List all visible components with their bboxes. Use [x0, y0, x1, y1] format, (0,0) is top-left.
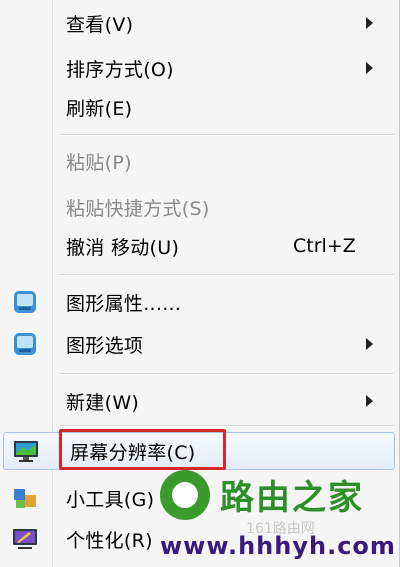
menu-item-label: 排序方式(O)	[66, 58, 174, 81]
menu-item-view[interactable]: 查看(V)	[0, 3, 396, 43]
menu-item-label: 撤消 移动(U)	[66, 236, 180, 259]
menu-item-graphics-options[interactable]: 图形选项	[0, 324, 396, 364]
monitor-icon	[14, 441, 38, 462]
menu-separator	[60, 425, 394, 427]
menu-item-graphics-properties[interactable]: 图形属性......	[0, 282, 396, 322]
menu-item-sort-by[interactable]: 排序方式(O)	[0, 48, 396, 88]
menu-item-label: 粘贴(P)	[66, 151, 132, 174]
submenu-arrow-icon	[366, 395, 373, 407]
gadgets-icon	[14, 489, 36, 508]
submenu-arrow-icon	[366, 17, 373, 29]
watermark-title: 路由之家	[220, 478, 364, 518]
menu-item-refresh[interactable]: 刷新(E)	[0, 87, 396, 127]
graphics-properties-icon	[14, 291, 36, 313]
menu-separator	[60, 373, 394, 375]
personalize-icon	[13, 529, 37, 549]
menu-separator	[60, 134, 394, 136]
menu-item-label: 刷新(E)	[66, 97, 133, 120]
menu-separator	[60, 274, 394, 276]
menu-item-label: 图形属性......	[66, 292, 182, 315]
menu-item-label: 查看(V)	[66, 13, 134, 36]
menu-item-label: 小工具(G)	[66, 488, 155, 511]
submenu-arrow-icon	[366, 338, 373, 350]
shortcut-text: Ctrl+Z	[293, 235, 356, 257]
menu-item-undo-move[interactable]: 撤消 移动(U) Ctrl+Z	[0, 226, 396, 266]
menu-item-label: 图形选项	[66, 334, 144, 357]
menu-item-paste: 粘贴(P)	[0, 141, 396, 181]
menu-item-label: 粘贴快捷方式(S)	[66, 197, 210, 220]
menu-item-new[interactable]: 新建(W)	[0, 381, 396, 421]
menu-item-paste-shortcut: 粘贴快捷方式(S)	[0, 187, 396, 227]
watermark: 路由之家 161路由网 www.hhhyh.com	[150, 462, 400, 567]
watermark-url: www.hhhyh.com	[160, 532, 396, 560]
submenu-arrow-icon	[366, 62, 373, 74]
graphics-options-icon	[14, 333, 36, 355]
menu-item-label: 个性化(R)	[66, 529, 153, 552]
router-logo-icon	[160, 470, 210, 520]
menu-item-label: 新建(W)	[66, 391, 140, 414]
